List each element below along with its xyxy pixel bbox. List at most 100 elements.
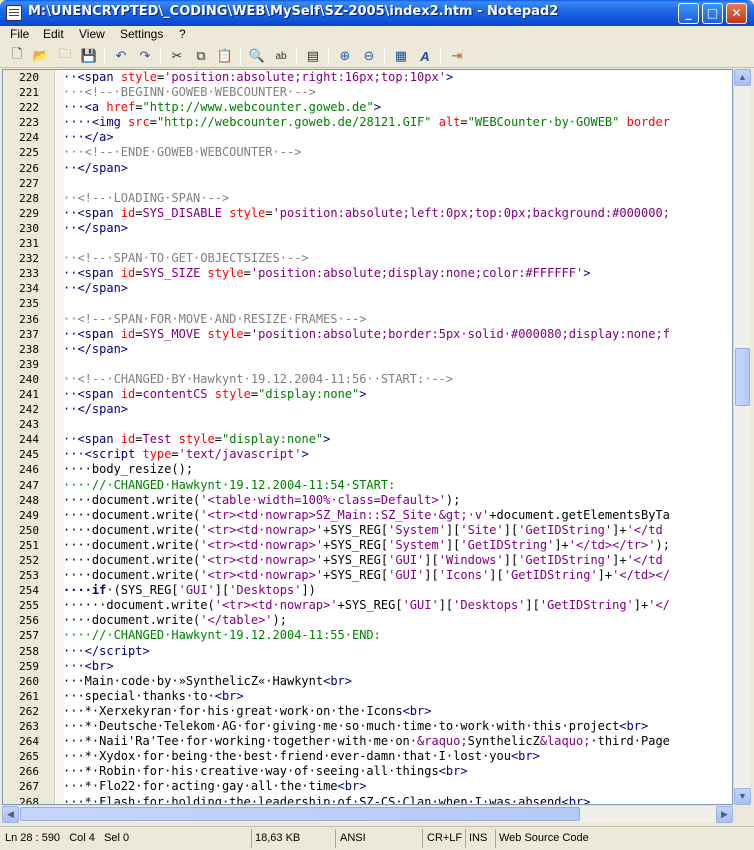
code-text[interactable]: ··</span>	[63, 221, 128, 236]
code-line[interactable]: 237 ··<span id=SYS_MOVE style='position:a…	[3, 327, 732, 342]
code-text[interactable]: ··<span id=contentCS style="display:none…	[63, 387, 367, 402]
code-line[interactable]: 234 ··</span>	[3, 281, 732, 296]
code-lines[interactable]: 220 ··<span style='position:absolute;righ…	[3, 70, 732, 805]
menu-edit[interactable]: Edit	[43, 27, 64, 41]
code-line[interactable]: 242 ··</span>	[3, 402, 732, 417]
code-text[interactable]: ···<!--·ENDE·GOWEB·WEBCOUNTER·-->	[63, 145, 301, 160]
close-button[interactable]: ✕	[726, 3, 747, 24]
code-text[interactable]: ····document.write('<table·width=100%·cl…	[63, 493, 460, 508]
code-line[interactable]: 267 ···*·Flo22·for·acting·gay·all·the·tim…	[3, 779, 732, 794]
code-text[interactable]: ···Main·code·by·»SynthelicZ«·Hawkynt<br>	[63, 674, 352, 689]
title-bar[interactable]: M:\UNENCRYPTED\_CODING\WEB\MySelf\SZ-200…	[0, 0, 754, 26]
code-line[interactable]: 243	[3, 417, 732, 432]
code-text[interactable]: ··<span id=SYS_SIZE style='position:abso…	[63, 266, 590, 281]
code-line[interactable]: 263 ···*·Deutsche·Telekom·AG·for·giving·m…	[3, 719, 732, 734]
undo-icon[interactable]: ↶	[112, 47, 130, 65]
code-line[interactable]: 245 ···<script type='text/javascript'>	[3, 447, 732, 462]
vertical-scrollbar[interactable]: ▲ ▼	[733, 69, 751, 805]
browse-icon[interactable]: 🗀	[56, 46, 74, 65]
code-line[interactable]: 239	[3, 357, 732, 372]
code-line[interactable]: 252 ····document.write('<tr><td·nowrap>'+…	[3, 553, 732, 568]
menu-file[interactable]: File	[10, 27, 29, 41]
code-text[interactable]: ···special·thanks·to·<br>	[63, 689, 244, 704]
code-text[interactable]: ··</span>	[63, 402, 128, 417]
code-line[interactable]: 227	[3, 176, 732, 191]
code-line[interactable]: 240 ··<!--·CHANGED·BY·Hawkynt·19.12.2004-…	[3, 372, 732, 387]
code-line[interactable]: 226 ··</span>	[3, 161, 732, 176]
open-folder-icon[interactable]: 📂	[32, 47, 50, 65]
code-line[interactable]: 232 ··<!--·SPAN·TO·GET·OBJECTSIZES·-->	[3, 251, 732, 266]
code-text[interactable]: ···*·Xydox·for·being·the·best·friend·eve…	[63, 749, 540, 764]
new-file-icon[interactable]: 🗋	[8, 46, 26, 65]
code-line[interactable]: 230 ··</span>	[3, 221, 732, 236]
code-line[interactable]: 261 ···special·thanks·to·<br>	[3, 689, 732, 704]
scroll-right-button[interactable]: ▶	[716, 806, 733, 823]
code-text[interactable]: ···*·Naii'Ra'Tee·for·working·together·wi…	[63, 734, 670, 749]
replace-icon[interactable]: ab	[272, 47, 290, 65]
code-line[interactable]: 250 ····document.write('<tr><td·nowrap>'+…	[3, 523, 732, 538]
scheme-icon[interactable]: ▦	[392, 47, 410, 65]
code-text[interactable]: ···*·Flash·for·holding·the·leadership·of…	[63, 795, 590, 805]
code-line[interactable]: 228 ··<!--·LOADING·SPAN·-->	[3, 191, 732, 206]
status-syntax-scheme[interactable]: Web Source Code	[496, 829, 736, 848]
code-text[interactable]: ···*·Flo22·for·acting·gay·all·the·time<b…	[63, 779, 366, 794]
code-text[interactable]: ··<span id=Test style="display:none">	[63, 432, 330, 447]
code-text[interactable]: ···<a href="http://www.webcounter.goweb.…	[63, 100, 381, 115]
scroll-up-button[interactable]: ▲	[734, 69, 751, 86]
code-line[interactable]: 224 ···</a>	[3, 130, 732, 145]
code-line[interactable]: 238 ··</span>	[3, 342, 732, 357]
scroll-down-button[interactable]: ▼	[734, 788, 751, 805]
code-text[interactable]: ····document.write('<tr><td·nowrap>'+SYS…	[63, 553, 663, 568]
zoom-in-icon[interactable]: ⊕	[336, 47, 354, 65]
code-text[interactable]: ···*·Deutsche·Telekom·AG·for·giving·me·s…	[63, 719, 648, 734]
code-text[interactable]: ··<!--·SPAN·TO·GET·OBJECTSIZES·-->	[63, 251, 309, 266]
menu-settings[interactable]: Settings	[120, 27, 163, 41]
status-insert-mode[interactable]: INS	[466, 829, 496, 848]
code-line[interactable]: 256 ····document.write('</table>');	[3, 613, 732, 628]
menu-help[interactable]: ?	[179, 27, 186, 41]
code-line[interactable]: 221 ···<!--·BEGINN·GOWEB·WEBCOUNTER·-->	[3, 85, 732, 100]
code-text[interactable]: ···<!--·BEGINN·GOWEB·WEBCOUNTER·-->	[63, 85, 316, 100]
cut-icon[interactable]: ✂	[168, 47, 186, 65]
code-text[interactable]: ···<br>	[63, 659, 114, 674]
code-text[interactable]: ··<span id=SYS_MOVE style='position:abso…	[63, 327, 670, 342]
menu-view[interactable]: View	[79, 27, 105, 41]
code-line[interactable]: 262 ···*·Xerxekyran·for·his·great·work·on…	[3, 704, 732, 719]
code-line[interactable]: 223 ····<img src="http://webcounter.goweb…	[3, 115, 732, 130]
code-text[interactable]: ···</script>	[63, 644, 150, 659]
minimize-button[interactable]: _	[678, 3, 699, 24]
code-text[interactable]: ····//·CHANGED·Hawkynt·19.12.2004-11:54·…	[63, 478, 395, 493]
code-text[interactable]: ··</span>	[63, 342, 128, 357]
status-line-ending[interactable]: CR+LF	[424, 829, 466, 848]
code-text[interactable]: ··<!--·SPAN·FOR·MOVE·AND·RESIZE·FRAMES·-…	[63, 312, 366, 327]
code-line[interactable]: 257 ····//·CHANGED·Hawkynt·19.12.2004-11:…	[3, 628, 732, 643]
find-icon[interactable]: 🔍	[248, 47, 266, 65]
redo-icon[interactable]: ↷	[136, 47, 154, 65]
code-line[interactable]: 236 ··<!--·SPAN·FOR·MOVE·AND·RESIZE·FRAME…	[3, 312, 732, 327]
code-text[interactable]: ···</a>	[63, 130, 114, 145]
horizontal-scroll-thumb[interactable]	[20, 807, 580, 821]
code-line[interactable]: 231	[3, 236, 732, 251]
code-line[interactable]: 249 ····document.write('<tr><td·nowrap>SZ…	[3, 508, 732, 523]
code-line[interactable]: 248 ····document.write('<table·width=100%…	[3, 493, 732, 508]
code-line[interactable]: 233 ··<span id=SYS_SIZE style='position:a…	[3, 266, 732, 281]
code-text[interactable]: ····document.write('</table>');	[63, 613, 287, 628]
code-text[interactable]: ··<!--·CHANGED·BY·Hawkynt·19.12.2004-11:…	[63, 372, 453, 387]
code-text[interactable]: ····document.write('<tr><td·nowrap>SZ_Ma…	[63, 508, 670, 523]
font-icon[interactable]: A	[416, 47, 434, 65]
code-line[interactable]: 246 ····body_resize();	[3, 462, 732, 477]
code-line[interactable]: 235	[3, 296, 732, 311]
code-line[interactable]: 220 ··<span style='position:absolute;righ…	[3, 70, 732, 85]
code-text[interactable]: ···*·Xerxekyran·for·his·great·work·on·th…	[63, 704, 431, 719]
code-text[interactable]: ····if·(SYS_REG['GUI']['Desktops'])	[63, 583, 316, 598]
paste-icon[interactable]: 📋	[216, 47, 234, 65]
save-icon[interactable]: 💾	[80, 47, 98, 65]
code-text[interactable]: ····<img src="http://webcounter.goweb.de…	[63, 115, 670, 130]
exit-icon[interactable]: ⇥	[448, 47, 466, 65]
code-line[interactable]: 251 ····document.write('<tr><td·nowrap>'+…	[3, 538, 732, 553]
code-text[interactable]: ····body_resize();	[63, 462, 193, 477]
code-text[interactable]: ······document.write('<tr><td·nowrap>'+S…	[63, 598, 670, 613]
code-line[interactable]: 265 ···*·Xydox·for·being·the·best·friend·…	[3, 749, 732, 764]
word-wrap-icon[interactable]: ▤	[304, 47, 322, 65]
copy-icon[interactable]: ⧉	[192, 47, 210, 65]
